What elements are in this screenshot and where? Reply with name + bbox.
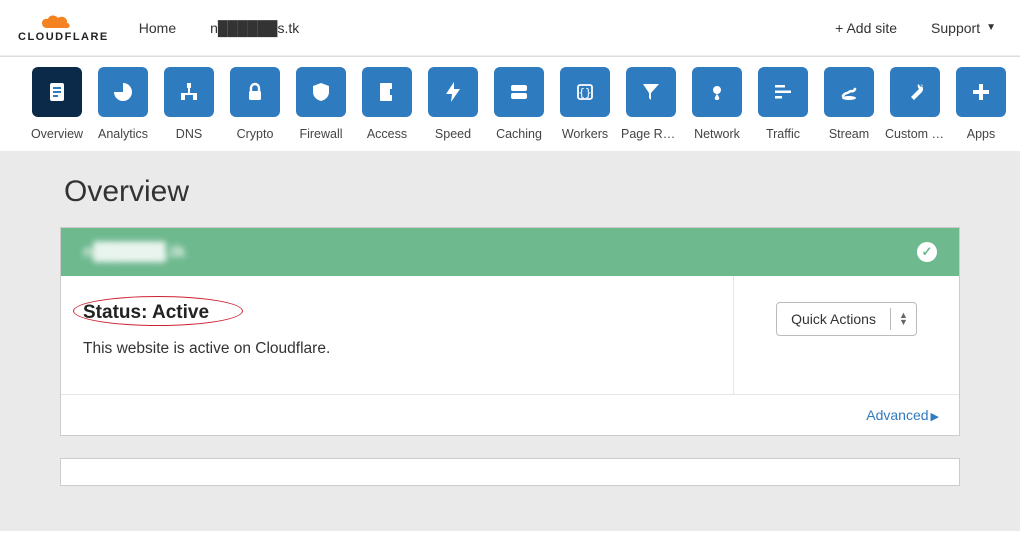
tab-label: Apps	[967, 127, 996, 141]
status-subtext: This website is active on Cloudflare.	[83, 340, 711, 358]
tab-network[interactable]: Network	[690, 67, 744, 141]
access-icon	[362, 67, 412, 117]
tab-label: Network	[694, 127, 740, 141]
chevron-down-icon: ▼	[986, 22, 996, 33]
support-label: Support	[931, 20, 980, 36]
firewall-icon	[296, 67, 346, 117]
quick-actions-button[interactable]: Quick Actions ▲▼	[776, 302, 917, 336]
tab-label: Overview	[31, 127, 83, 141]
speed-icon	[428, 67, 478, 117]
tab-crypto[interactable]: Crypto	[228, 67, 282, 141]
overview-icon	[32, 67, 82, 117]
tab-apps[interactable]: Apps	[954, 67, 1008, 141]
caching-icon	[494, 67, 544, 117]
status-header-domain: n██████.tk	[83, 242, 186, 262]
tab-stream[interactable]: Stream	[822, 67, 876, 141]
next-card-placeholder	[60, 458, 960, 486]
check-icon: ✓	[917, 242, 937, 262]
tab-label: Access	[367, 127, 407, 141]
crypto-icon	[230, 67, 280, 117]
domain-link[interactable]: n██████s.tk	[210, 20, 299, 36]
quick-actions-label: Quick Actions	[777, 303, 890, 335]
tab-pagerules[interactable]: Page Rules	[624, 67, 678, 141]
tab-overview[interactable]: Overview	[30, 67, 84, 141]
cloud-icon	[41, 13, 85, 33]
tab-analytics[interactable]: Analytics	[96, 67, 150, 141]
status-line: Status: Active	[83, 302, 209, 324]
svg-text:{}: {}	[578, 86, 591, 99]
status-card: n██████.tk ✓ Status: Active This website…	[60, 227, 960, 436]
page-body: Overview n██████.tk ✓ Status: Active Thi…	[0, 151, 1020, 531]
tab-speed[interactable]: Speed	[426, 67, 480, 141]
page-title: Overview	[64, 175, 960, 209]
status-header: n██████.tk ✓	[61, 228, 959, 276]
tab-label: Traffic	[766, 127, 800, 141]
tab-label: Stream	[829, 127, 869, 141]
pagerules-icon	[626, 67, 676, 117]
advanced-label: Advanced	[866, 407, 928, 423]
brand-logo[interactable]: CLOUDFLARE	[18, 13, 109, 43]
tab-label: Speed	[435, 127, 471, 141]
customp-icon	[890, 67, 940, 117]
tab-firewall[interactable]: Firewall	[294, 67, 348, 141]
tab-label: Caching	[496, 127, 542, 141]
stream-icon	[824, 67, 874, 117]
tab-label: DNS	[176, 127, 202, 141]
status-value: Active	[152, 302, 209, 323]
traffic-icon	[758, 67, 808, 117]
topbar: CLOUDFLARE Home n██████s.tk + Add site S…	[0, 0, 1020, 56]
dns-icon	[164, 67, 214, 117]
tabbar: Overview Analytics DNS Crypto Firewall Access…	[0, 56, 1020, 151]
sort-icon: ▲▼	[890, 308, 916, 330]
tab-caching[interactable]: Caching	[492, 67, 546, 141]
analytics-icon	[98, 67, 148, 117]
home-link[interactable]: Home	[139, 20, 176, 36]
add-site-link[interactable]: + Add site	[835, 20, 897, 36]
tab-traffic[interactable]: Traffic	[756, 67, 810, 141]
tab-label: Crypto	[237, 127, 274, 141]
status-label: Status:	[83, 302, 147, 323]
status-footer: Advanced▶	[61, 394, 959, 435]
tab-workers[interactable]: {} Workers	[558, 67, 612, 141]
tab-label: Workers	[562, 127, 608, 141]
tab-label: Analytics	[98, 127, 148, 141]
tab-customp[interactable]: Custom P…	[888, 67, 942, 141]
apps-icon	[956, 67, 1006, 117]
caret-right-icon: ▶	[931, 411, 939, 423]
tab-label: Firewall	[299, 127, 342, 141]
workers-icon: {}	[560, 67, 610, 117]
tab-label: Custom P…	[885, 127, 945, 141]
brand-text: CLOUDFLARE	[18, 31, 109, 43]
support-menu[interactable]: Support ▼	[931, 20, 996, 36]
tab-access[interactable]: Access	[360, 67, 414, 141]
network-icon	[692, 67, 742, 117]
tab-label: Page Rules	[621, 127, 681, 141]
advanced-link[interactable]: Advanced▶	[866, 407, 939, 423]
tab-dns[interactable]: DNS	[162, 67, 216, 141]
